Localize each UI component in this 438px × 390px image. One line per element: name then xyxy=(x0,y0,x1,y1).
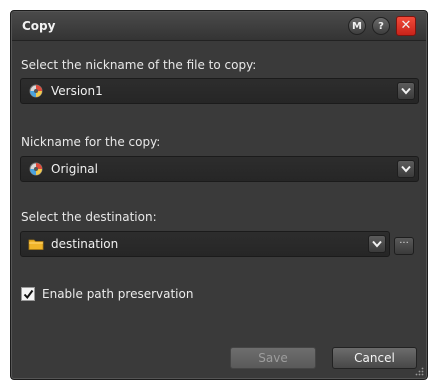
source-label: Select the nickname of the file to copy: xyxy=(21,58,257,72)
chevron-down-icon[interactable] xyxy=(397,160,415,178)
checkmark-icon xyxy=(23,289,34,300)
chevron-down-icon[interactable] xyxy=(368,235,386,253)
browse-button[interactable]: ··· xyxy=(394,237,414,255)
help-button[interactable]: ? xyxy=(372,17,390,35)
nickname-value: Original xyxy=(51,162,98,176)
folder-icon xyxy=(28,236,44,252)
source-value: Version1 xyxy=(51,84,103,98)
cancel-button[interactable]: Cancel xyxy=(332,347,417,369)
path-preservation-checkbox[interactable] xyxy=(21,287,35,301)
version-icon xyxy=(28,161,44,177)
nickname-select[interactable]: Original xyxy=(20,156,419,182)
save-button[interactable]: Save xyxy=(230,347,316,369)
source-select[interactable]: Version1 xyxy=(20,78,419,104)
chevron-down-icon[interactable] xyxy=(397,82,415,100)
destination-value: destination xyxy=(51,237,119,251)
destination-label: Select the destination: xyxy=(21,210,157,224)
m-button[interactable]: M xyxy=(348,17,366,35)
destination-select[interactable]: destination xyxy=(20,231,390,257)
nickname-label: Nickname for the copy: xyxy=(21,135,161,149)
dialog-title: Copy xyxy=(22,19,56,33)
version-icon xyxy=(28,83,44,99)
path-preservation-label[interactable]: Enable path preservation xyxy=(42,287,193,301)
close-button[interactable]: ✕ xyxy=(396,16,416,36)
resize-grip-icon[interactable] xyxy=(414,366,424,376)
copy-dialog: Copy M ? ✕ Select the nickname of the fi… xyxy=(10,10,428,380)
title-bar[interactable]: Copy M ? ✕ xyxy=(12,12,426,41)
